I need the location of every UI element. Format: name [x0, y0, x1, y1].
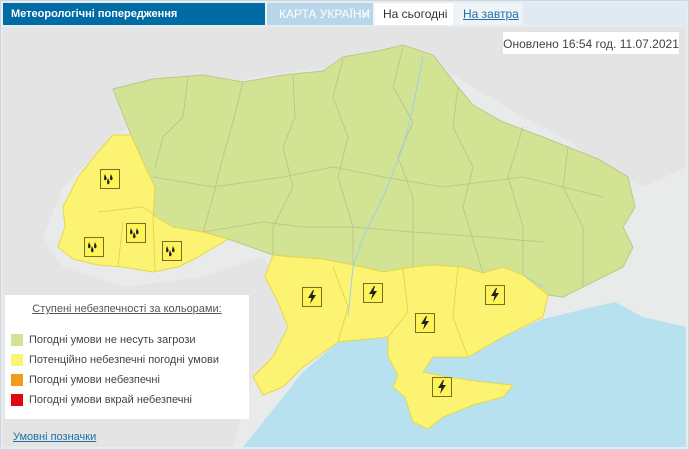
tab-ukraine-map-label: КАРТА УКРАЇНИ [279, 7, 371, 21]
color-legend: Ступені небезпечності за кольорами: Пого… [5, 295, 249, 419]
lightning-icon[interactable] [302, 287, 322, 307]
tab-ukraine-map[interactable]: КАРТА УКРАЇНИ » [267, 3, 373, 25]
header-filler [523, 3, 686, 25]
rain-drops-icon[interactable] [100, 169, 120, 189]
legend-title: Ступені небезпечності за кольорами: [32, 303, 222, 315]
lightning-icon[interactable] [485, 285, 505, 305]
legend-item-label: Потенційно небезпечні погодні умови [29, 354, 219, 366]
header-bar: Метеорологічні попередження КАРТА УКРАЇН… [3, 3, 686, 25]
legend-swatch [11, 374, 23, 386]
widget-title: Метеорологічні попередження [3, 3, 265, 25]
rain-drops-icon[interactable] [126, 223, 146, 243]
lightning-icon[interactable] [363, 283, 383, 303]
warning-widget: Метеорологічні попередження КАРТА УКРАЇН… [0, 0, 689, 450]
legend-item-label: Погодні умови небезпечні [29, 374, 160, 386]
legend-item-label: Погодні умови не несуть загрози [29, 334, 196, 346]
rain-drops-icon[interactable] [84, 237, 104, 257]
lightning-icon[interactable] [432, 377, 452, 397]
rain-drops-icon[interactable] [162, 241, 182, 261]
legend-swatch [11, 394, 23, 406]
legend-item-label: Погодні умови вкрай небезпечні [29, 394, 192, 406]
tab-tomorrow[interactable]: На завтра [455, 3, 521, 25]
lightning-icon[interactable] [415, 313, 435, 333]
updated-timestamp: Оновлено 16:54 год. 11.07.2021 [502, 31, 680, 55]
legend-swatch [11, 334, 23, 346]
ukraine-warning-map: Оновлено 16:54 год. 11.07.2021 Ступені н… [3, 27, 686, 447]
legend-swatch [11, 354, 23, 366]
symbols-legend-link[interactable]: Умовні позначки [13, 431, 96, 443]
chevron-right-icon: » [362, 7, 369, 21]
tab-today[interactable]: На сьогодні [375, 3, 453, 25]
